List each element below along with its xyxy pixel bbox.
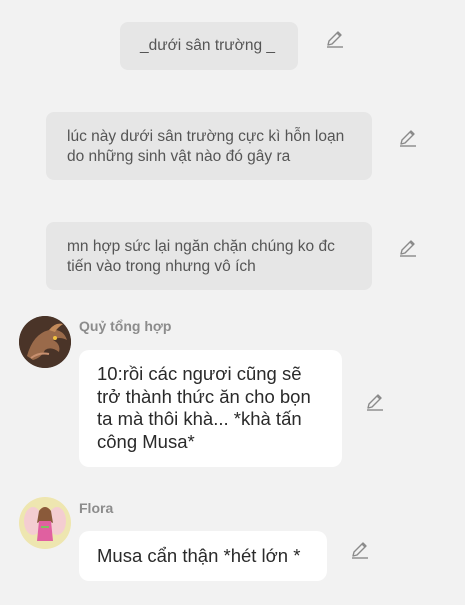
flora-avatar[interactable]	[19, 497, 71, 549]
narration-text: mn hợp sức lại ngăn chặn chúng ko đc tiế…	[67, 238, 335, 275]
narration-message: lúc này dưới sân trường cực kì hỗn loạn …	[46, 112, 372, 180]
narration-message: mn hợp sức lại ngăn chặn chúng ko đc tiế…	[46, 222, 372, 290]
pencil-icon[interactable]	[325, 29, 345, 49]
pencil-icon[interactable]	[350, 540, 370, 560]
narration-text: _dưới sân trường _	[140, 37, 276, 54]
character-name: Flora	[79, 500, 114, 516]
narration-text: lúc này dưới sân trường cực kì hỗn loạn …	[67, 128, 345, 165]
message-text: 10:rồi các ngươi cũng sẽ trở thành thức …	[97, 363, 311, 452]
message-text: Musa cẩn thận *hét lớn *	[97, 545, 301, 566]
character-name: Quỷ tổng hợp	[79, 318, 172, 334]
dragon-avatar[interactable]	[19, 316, 71, 368]
pencil-icon[interactable]	[365, 392, 385, 412]
narration-message: _dưới sân trường _	[120, 22, 298, 70]
pencil-icon[interactable]	[398, 128, 418, 148]
pencil-icon[interactable]	[398, 238, 418, 258]
message-bubble: Musa cẩn thận *hét lớn *	[79, 531, 327, 581]
message-bubble: 10:rồi các ngươi cũng sẽ trở thành thức …	[79, 350, 342, 467]
